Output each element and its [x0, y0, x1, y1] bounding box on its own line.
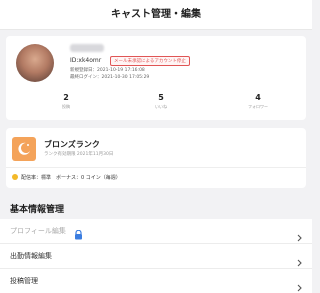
stat-posts[interactable]: 2 投稿: [36, 92, 96, 110]
rank-moon-icon: [12, 137, 36, 161]
chevron-right-icon: [297, 277, 302, 293]
avatar: [16, 44, 54, 82]
stat-followers[interactable]: 4 フォロワー: [228, 92, 288, 110]
rank-bonus: 配信率：標準 ボーナス：0 コイン（毎週）: [21, 175, 121, 181]
rank-card: ブロンズランク ランク有効期限 2021年11月30日 配信率：標準 ボーナス：…: [6, 128, 306, 188]
status-badge: メール未承認によるアカウント停止: [110, 56, 190, 66]
menu-item-attendance-edit[interactable]: 出勤情報編集: [0, 244, 312, 269]
rank-title: ブロンズランク: [44, 140, 100, 149]
stat-value: 5: [158, 93, 164, 102]
lock-icon: [74, 225, 83, 244]
profile-card: ID:xk4omr メール未承認によるアカウント停止 新規登録日：2021-10…: [6, 36, 306, 120]
stat-likes[interactable]: 5 いいね: [131, 92, 191, 110]
stat-value: 2: [63, 93, 69, 102]
stat-label: 投稿: [62, 104, 70, 109]
stat-value: 4: [255, 93, 261, 102]
stat-label: フォロワー: [248, 104, 268, 109]
menu-item-label: 投稿管理: [10, 277, 38, 285]
menu-item-label: 出勤情報編集: [10, 252, 52, 260]
user-name-blurred: [70, 44, 104, 52]
menu-item-profile-edit[interactable]: プロフィール編集: [0, 219, 312, 244]
divider: [6, 167, 306, 168]
menu-item-post-management[interactable]: 投稿管理: [0, 269, 312, 293]
profile-stats: 2 投稿 5 いいね 4 フォロワー: [6, 92, 306, 116]
rank-expiry: ランク有効期限 2021年11月30日: [44, 152, 114, 157]
page-title: キャスト管理・編集: [111, 9, 201, 20]
menu-item-label: プロフィール編集: [10, 227, 66, 235]
coin-icon: [12, 174, 18, 180]
basic-info-menu: プロフィール編集 出勤情報編集 投稿管理: [0, 219, 312, 293]
user-id: ID:xk4omr: [70, 57, 102, 64]
registered-date: 新規登録日：2021-10-19 17:16:08: [70, 68, 145, 73]
last-login-date: 最終ログイン：2021-10-30 17:05:29: [70, 75, 150, 80]
page-header: キャスト管理・編集: [0, 0, 312, 30]
stat-label: いいね: [155, 104, 167, 109]
section-title: 基本情報管理: [10, 205, 65, 215]
